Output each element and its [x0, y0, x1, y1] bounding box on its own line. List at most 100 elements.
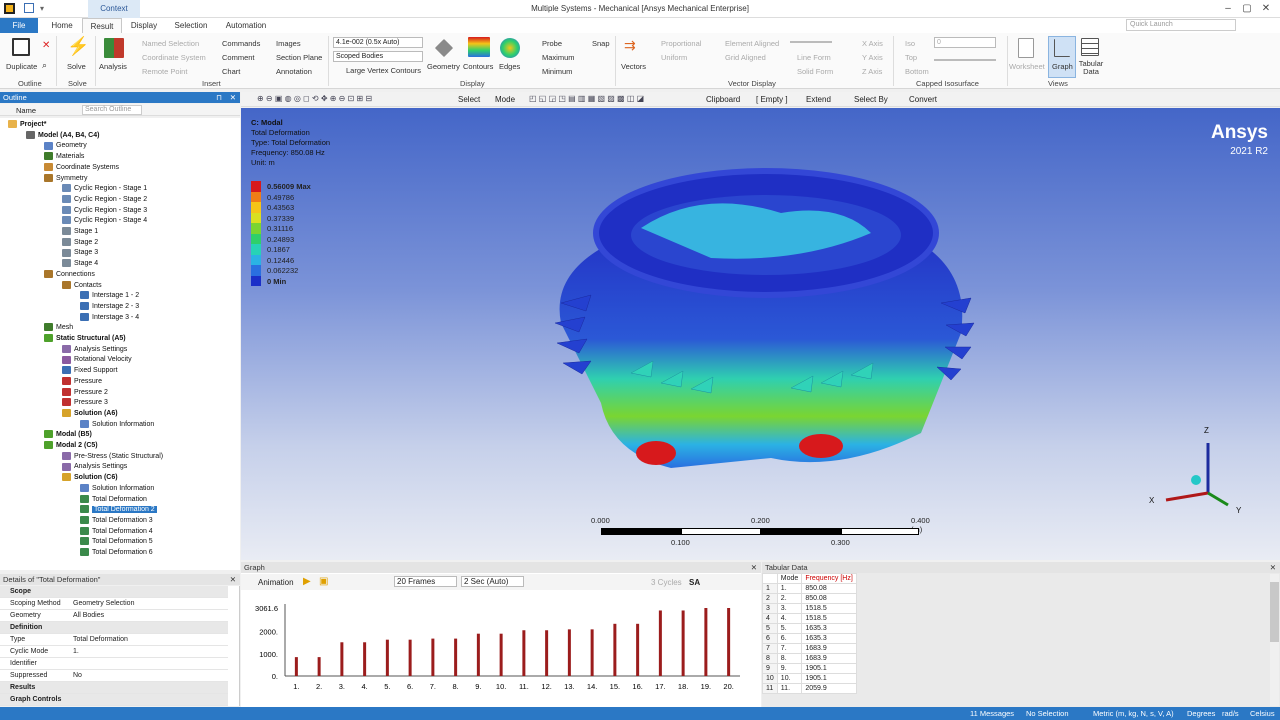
tab-home[interactable]: Home	[44, 18, 80, 33]
minimize-button[interactable]: –	[1221, 2, 1235, 16]
tree-node[interactable]: Interstage 1 - 2	[80, 291, 139, 301]
frequency-bar[interactable]	[385, 639, 389, 676]
tab-selection[interactable]: Selection	[168, 18, 214, 33]
turbine-model[interactable]	[541, 153, 991, 483]
comment-button[interactable]: Comment	[222, 53, 255, 62]
tree-node[interactable]: Solution Information	[80, 419, 154, 430]
tree-node[interactable]: Model (A4, B4, C4)	[26, 130, 99, 141]
isosurface-slider[interactable]	[934, 59, 996, 61]
z-axis-button[interactable]: Z Axis	[862, 67, 882, 76]
table-row[interactable]: 4 4. 1518.5	[762, 613, 857, 624]
frequency-bar[interactable]	[476, 633, 480, 676]
pause-button[interactable]: ▣	[319, 576, 328, 587]
tree-node[interactable]: Stage 2	[62, 237, 98, 248]
frequency-bar[interactable]	[567, 629, 571, 676]
table-row[interactable]: 3 3. 1518.5	[762, 603, 857, 614]
tree-node[interactable]: Solution (C6)	[62, 473, 118, 483]
minimum-button[interactable]: Minimum	[542, 67, 572, 76]
scale-dropdown[interactable]: 4.1e-002 (0.5x Auto)	[333, 37, 423, 48]
tree-node[interactable]: Stage 4	[62, 259, 98, 269]
tree-node[interactable]: Static Structural (A5)	[44, 334, 126, 344]
mode-column-header[interactable]: Mode	[776, 573, 803, 584]
tree-node[interactable]: Fixed Support	[62, 366, 118, 376]
frequency-bar[interactable]	[340, 642, 344, 676]
solve-button[interactable]: Solve	[67, 62, 86, 71]
outline-name-column[interactable]: Name	[16, 106, 36, 115]
maximum-button[interactable]: Maximum	[542, 53, 575, 62]
tree-node[interactable]: Total Deformation 5	[80, 537, 153, 547]
graph-close-icon[interactable]: ✕	[751, 562, 757, 573]
delete-icon[interactable]: ✕	[42, 40, 50, 51]
table-row[interactable]: 10 10. 1905.1	[762, 673, 857, 684]
frequency-bar[interactable]	[317, 657, 321, 676]
tabular-close-icon[interactable]: ✕	[1270, 562, 1276, 573]
frequency-bar[interactable]	[454, 638, 458, 676]
frequency-bar[interactable]	[499, 633, 503, 676]
frequency-bar[interactable]	[294, 657, 298, 676]
frequency-bar[interactable]	[704, 608, 708, 676]
details-close-icon[interactable]: ✕	[230, 574, 236, 585]
select-button[interactable]: Select	[458, 95, 480, 104]
details-row[interactable]: Type Total Deformation	[0, 634, 228, 646]
outline-close-icon[interactable]: ✕	[230, 92, 236, 103]
frequency-bar[interactable]	[363, 642, 367, 676]
tree-node[interactable]: Total Deformation 4	[80, 526, 153, 537]
tree-node[interactable]: Contacts	[62, 280, 102, 291]
element-aligned-button[interactable]: Element Aligned	[725, 39, 779, 48]
axis-triad[interactable]: Z X Y	[1146, 423, 1256, 518]
tree-node[interactable]: Cyclic Region - Stage 1	[62, 184, 147, 194]
mode-button[interactable]: Mode	[495, 95, 515, 104]
tree-node[interactable]: Pressure 3	[62, 398, 108, 408]
maximize-button[interactable]: ▢	[1240, 2, 1254, 16]
graphics-viewport[interactable]: C: Modal Total Deformation Type: Total D…	[241, 108, 1280, 560]
details-section[interactable]: Results	[0, 682, 228, 694]
table-row[interactable]: 9 9. 1905.1	[762, 663, 857, 674]
tree-node[interactable]: Pressure	[62, 376, 102, 387]
vectors-button[interactable]: Vectors	[621, 62, 646, 71]
frequency-bar[interactable]	[727, 608, 731, 676]
tree-node[interactable]: Total Deformation 6	[80, 548, 153, 558]
sa-dropdown[interactable]: SA	[689, 578, 700, 587]
details-value[interactable]: 1.	[73, 646, 79, 658]
extend-button[interactable]: Extend	[806, 95, 831, 104]
selection-filter-icons[interactable]: ◰ ◱ ◲ ◳ ▤ ▥ ▦ ▧ ▨ ▩ ◫ ◪	[529, 94, 644, 103]
frequency-bar[interactable]	[613, 623, 617, 676]
tree-node[interactable]: Pressure 2	[62, 387, 108, 398]
details-row[interactable]: Scoping Method Geometry Selection	[0, 598, 228, 610]
clipboard-button[interactable]: Clipboard	[706, 95, 740, 104]
duplicate-button[interactable]: Duplicate	[6, 62, 37, 71]
remote-point-button[interactable]: Remote Point	[142, 67, 187, 76]
isosurface-value-input[interactable]: 0	[934, 37, 996, 48]
contours-button[interactable]: Contours	[463, 62, 493, 71]
frequency-bar[interactable]	[545, 630, 549, 676]
zoom-icons[interactable]: ⊕ ⊖ ▣ ◍ ◎ ◻ ⟲ ✥ ⊕ ⊖ ⊡ ⊞ ⊟	[257, 94, 372, 103]
edges-button[interactable]: Edges	[499, 62, 520, 71]
close-button[interactable]: ✕	[1259, 2, 1273, 16]
tab-automation[interactable]: Automation	[222, 18, 270, 33]
celsius-status[interactable]: Celsius	[1250, 707, 1275, 720]
details-section[interactable]: Scope	[0, 586, 228, 598]
coordinate-system-button[interactable]: Coordinate System	[142, 53, 206, 62]
proportional-button[interactable]: Proportional	[661, 39, 701, 48]
tree-node[interactable]: Analysis Settings	[62, 462, 127, 472]
tab-file[interactable]: File	[0, 18, 38, 33]
frequency-bar[interactable]	[658, 610, 662, 676]
section-plane-button[interactable]: Section Plane	[276, 53, 322, 62]
contour-legend[interactable]: 0.56009 Max 0.49786 0.43563 0.37339 0.31116 0…	[251, 181, 331, 286]
chart-button[interactable]: Chart	[222, 67, 240, 76]
tree-node[interactable]: Interstage 2 - 3	[80, 302, 139, 312]
details-row[interactable]: Identifier	[0, 658, 228, 670]
frequency-bar[interactable]	[408, 639, 412, 676]
table-row[interactable]: 1 1. 850.08	[762, 583, 857, 594]
snap-checkbox[interactable]: Snap	[592, 39, 610, 48]
details-row[interactable]: Geometry All Bodies	[0, 610, 228, 622]
uniform-button[interactable]: Uniform	[661, 53, 687, 62]
tree-node[interactable]: Cyclic Region - Stage 2	[62, 195, 147, 205]
units-status[interactable]: Metric (m, kg, N, s, V, A)	[1093, 707, 1174, 720]
frequency-bar[interactable]	[590, 629, 594, 676]
line-form-button[interactable]: Line Form	[797, 53, 831, 62]
bottom-button[interactable]: Bottom	[905, 67, 929, 76]
tree-node[interactable]: Cyclic Region - Stage 4	[62, 216, 147, 226]
quick-launch-input[interactable]: Quick Launch	[1126, 19, 1236, 31]
table-row[interactable]: 7 7. 1683.9	[762, 643, 857, 654]
